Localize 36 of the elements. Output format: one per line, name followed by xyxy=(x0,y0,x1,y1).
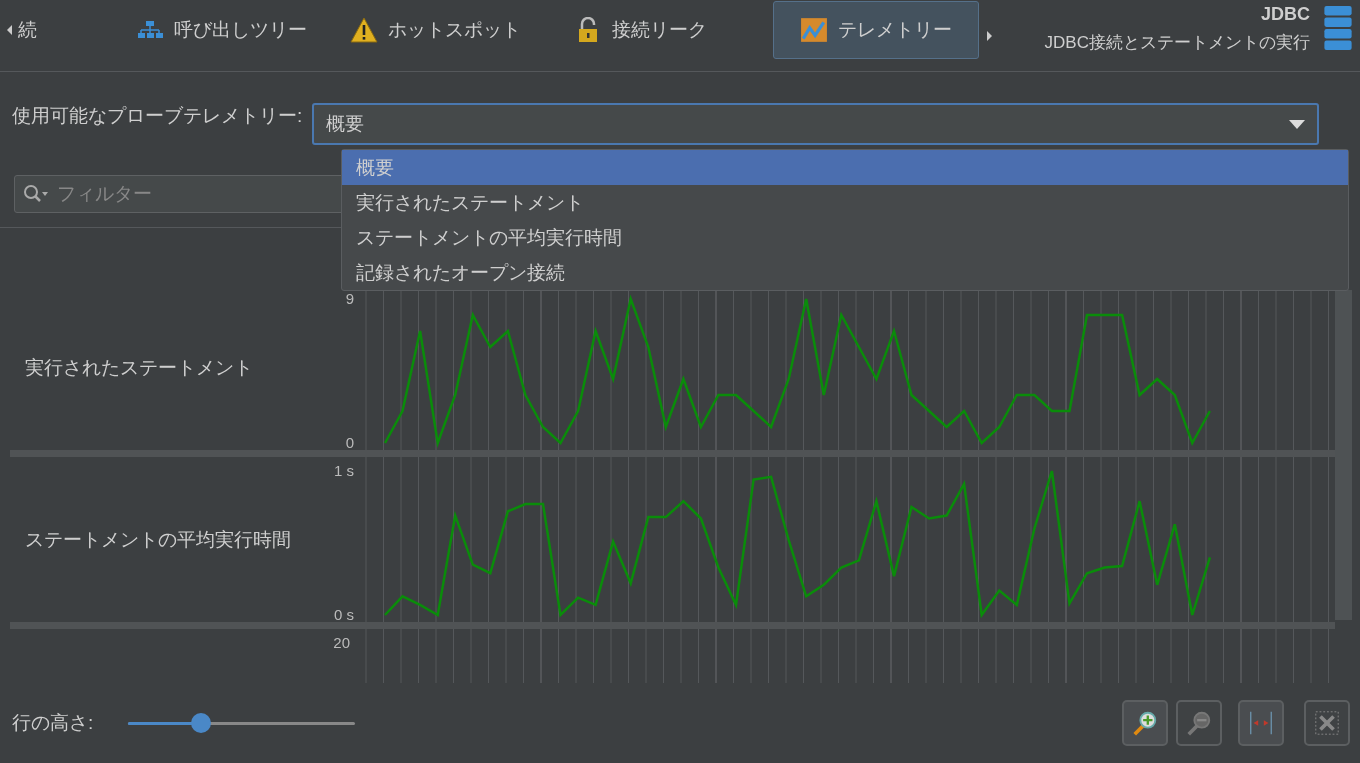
probe-subtitle: JDBC接続とステートメントの実行 xyxy=(1044,32,1310,54)
tab[interactable]: 続 xyxy=(0,1,115,59)
row-height-label: 行の高さ: xyxy=(12,711,95,735)
zoom-in-icon xyxy=(1131,709,1159,737)
fit-button[interactable] xyxy=(1238,700,1284,746)
caret-right-icon[interactable] xyxy=(987,31,992,41)
tab[interactable]: 接続リーク xyxy=(553,1,773,59)
filter-input[interactable]: フィルター xyxy=(55,181,319,206)
fit-width-icon xyxy=(1247,709,1275,737)
dropdown-option[interactable]: 記録されたオープン接続 xyxy=(342,255,1348,290)
tab[interactable]: ホットスポット xyxy=(329,1,553,59)
dropdown-option[interactable]: 概要 xyxy=(342,150,1348,185)
telemetry-label: ステートメントの平均実行時間 xyxy=(25,527,292,552)
search-icon xyxy=(23,183,49,204)
database-icon xyxy=(1324,6,1352,50)
dropdown-arrow-icon xyxy=(1289,119,1306,129)
zoom-out-icon xyxy=(1185,709,1213,737)
axis-tick-label: 1 s xyxy=(334,462,354,479)
vertical-scrollbar[interactable] xyxy=(1335,290,1352,620)
axis-tick-label: 9 xyxy=(345,290,354,307)
probe-title: JDBC xyxy=(1261,4,1310,25)
dropdown-option[interactable]: ステートメントの平均実行時間 xyxy=(342,220,1348,255)
telemetry-dropdown[interactable]: 概要 xyxy=(312,103,1320,145)
telemetry-label: 実行されたステートメント xyxy=(25,355,254,380)
axis-tick-label: 20 xyxy=(333,634,350,651)
tab[interactable]: テレメトリー xyxy=(773,1,979,59)
caret-left-icon xyxy=(7,25,12,35)
zoom-in-button[interactable] xyxy=(1122,700,1168,746)
dropdown-option[interactable]: 実行されたステートメント xyxy=(342,185,1348,220)
axis-tick-label: 0 s xyxy=(334,606,354,622)
probe-telemetry-label: 使用可能なプローブテレメトリー: xyxy=(12,104,303,128)
axis-tick-label: 0 xyxy=(345,434,354,450)
warning-icon xyxy=(350,17,378,43)
tab[interactable]: 呼び出しツリー xyxy=(115,1,329,59)
chart-icon xyxy=(800,17,828,43)
close-icon xyxy=(1313,709,1341,737)
